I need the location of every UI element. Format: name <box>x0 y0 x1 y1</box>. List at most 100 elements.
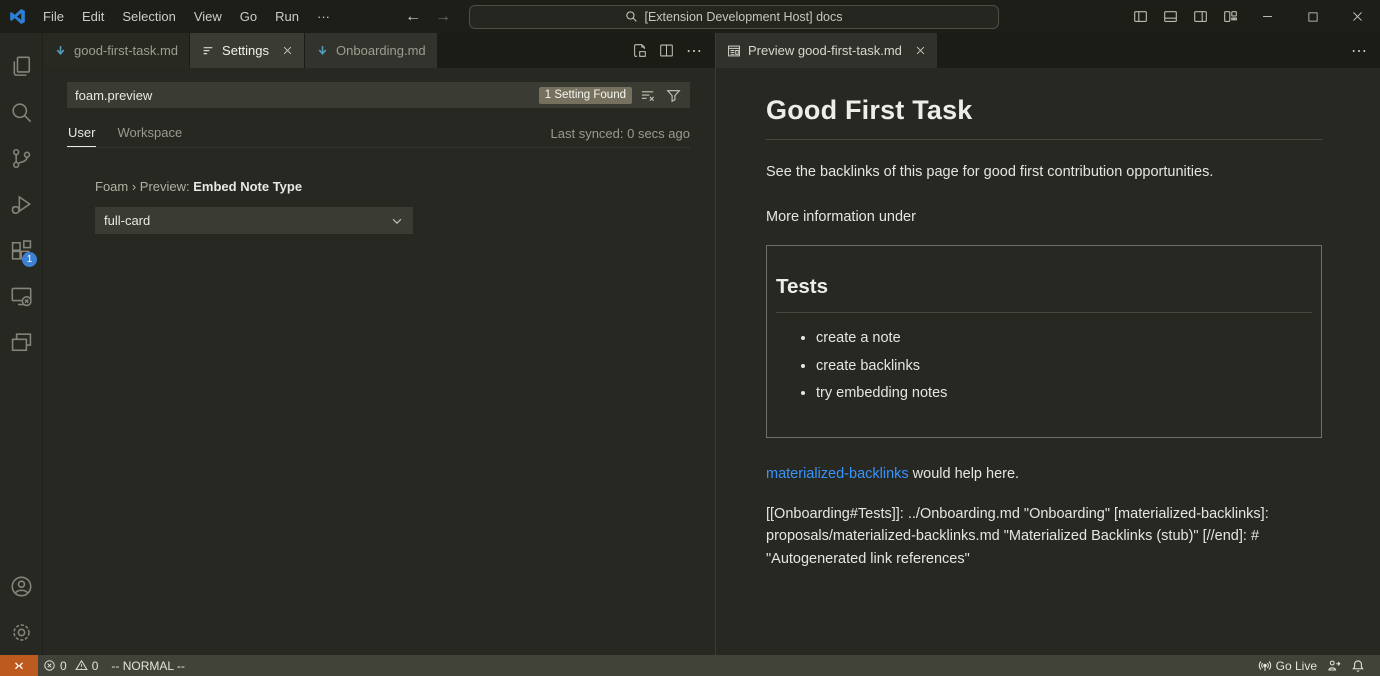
list-item: create a note <box>816 328 1312 350</box>
split-editor-icon[interactable] <box>659 43 674 58</box>
editor-windows-icon[interactable] <box>0 319 42 365</box>
error-count: 0 <box>60 659 67 673</box>
toggle-secondary-sidebar-icon[interactable] <box>1185 0 1215 33</box>
markdown-preview-body: Good First Task See the backlinks of thi… <box>716 68 1380 655</box>
menu-more[interactable]: ··· <box>308 0 339 33</box>
markdown-file-icon <box>316 44 329 57</box>
status-bar: 0 0 -- NORMAL -- Go Live <box>0 655 1380 676</box>
markdown-preview-icon <box>727 44 741 58</box>
broadcast-icon <box>1258 659 1272 673</box>
menu-edit[interactable]: Edit <box>73 0 113 33</box>
tab-label: good-first-task.md <box>74 43 178 58</box>
title-bar: File Edit Selection View Go Run ··· ← → … <box>0 0 1380 33</box>
remote-indicator[interactable] <box>0 655 38 676</box>
vscode-logo-icon <box>0 8 34 25</box>
warning-icon <box>75 659 88 672</box>
vim-mode-indicator[interactable]: -- NORMAL -- <box>111 659 185 673</box>
link-references-text: [[Onboarding#Tests]]: ../Onboarding.md "… <box>766 503 1322 571</box>
preview-paragraph: materialized-backlinks would help here. <box>766 464 1322 486</box>
menu-selection[interactable]: Selection <box>113 0 184 33</box>
close-tab-icon[interactable] <box>915 45 926 56</box>
problems-status[interactable]: 0 0 <box>38 655 103 676</box>
editor-actions: ⋯ <box>1351 33 1380 68</box>
run-and-debug-icon[interactable] <box>0 181 42 227</box>
setting-category: Foam › Preview: <box>95 179 193 194</box>
list-item: create backlinks <box>816 356 1312 378</box>
forward-arrow-icon[interactable]: → <box>435 8 451 26</box>
markdown-file-icon <box>54 44 67 57</box>
tab-label: Settings <box>222 43 269 58</box>
clear-settings-search-icon[interactable] <box>636 84 658 106</box>
last-synced-label: Last synced: 0 secs ago <box>551 126 690 147</box>
customize-layout-icon[interactable] <box>1215 0 1245 33</box>
more-actions-icon[interactable]: ⋯ <box>686 41 703 61</box>
editor-group-preview: Preview good-first-task.md ⋯ Good First … <box>716 33 1380 655</box>
tab-good-first-task[interactable]: good-first-task.md <box>43 33 189 68</box>
vscode-window: File Edit Selection View Go Run ··· ← → … <box>0 0 1380 676</box>
go-live-button[interactable]: Go Live <box>1248 655 1322 676</box>
editor-group-settings: good-first-task.md Settings Onboarding. <box>42 33 716 655</box>
settings-result-count-badge: 1 Setting Found <box>539 87 632 104</box>
menu-file[interactable]: File <box>34 0 73 33</box>
left-tab-bar: good-first-task.md Settings Onboarding. <box>43 33 715 68</box>
materialized-backlinks-link[interactable]: materialized-backlinks <box>766 466 909 482</box>
more-actions-icon[interactable]: ⋯ <box>1351 41 1368 61</box>
filter-settings-icon[interactable] <box>662 84 684 106</box>
close-window-button[interactable] <box>1335 0 1380 33</box>
explorer-icon[interactable] <box>0 43 42 89</box>
chevron-down-icon <box>390 214 404 228</box>
scope-tab-workspace[interactable]: Workspace <box>117 125 182 147</box>
scope-tab-user[interactable]: User <box>67 125 96 147</box>
tab-onboarding[interactable]: Onboarding.md <box>305 33 437 68</box>
preview-paragraph: See the backlinks of this page for good … <box>766 162 1322 184</box>
toggle-panel-icon[interactable] <box>1155 0 1185 33</box>
tab-label: Preview good-first-task.md <box>748 43 902 58</box>
embed-card-list: create a note create backlinks try embed… <box>776 328 1312 405</box>
settings-editor: 1 Setting Found User Workspace Last sync… <box>43 68 715 655</box>
setting-name: Embed Note Type <box>193 179 302 194</box>
menu-go[interactable]: Go <box>231 0 266 33</box>
open-preview-icon[interactable] <box>632 43 647 58</box>
command-center-search[interactable]: [Extension Development Host] docs <box>469 5 999 29</box>
extensions-badge: 1 <box>22 252 37 267</box>
preview-paragraph: More information under <box>766 207 1322 229</box>
setting-label: Foam › Preview: Embed Note Type <box>95 179 690 194</box>
feedback-icon[interactable] <box>1322 655 1346 676</box>
setting-item-embed-note-type: Foam › Preview: Embed Note Type full-car… <box>95 179 690 234</box>
activity-bar: 1 <box>0 33 42 655</box>
list-item: try embedding notes <box>816 383 1312 405</box>
go-live-label: Go Live <box>1276 659 1317 673</box>
accounts-icon[interactable] <box>0 563 42 609</box>
menu-bar: File Edit Selection View Go Run ··· <box>34 0 339 33</box>
back-arrow-icon[interactable]: ← <box>405 8 421 26</box>
settings-search-box: 1 Setting Found <box>67 82 690 108</box>
minimize-button[interactable] <box>1245 0 1290 33</box>
manage-gear-icon[interactable] <box>0 609 42 655</box>
search-view-icon[interactable] <box>0 89 42 135</box>
embed-note-type-select[interactable]: full-card <box>95 207 413 234</box>
page-title: Good First Task <box>766 90 1322 140</box>
settings-search-input[interactable] <box>67 88 539 103</box>
tab-preview-good-first-task[interactable]: Preview good-first-task.md <box>716 33 937 68</box>
menu-run[interactable]: Run <box>266 0 308 33</box>
embedded-note-card: Tests create a note create backlinks try… <box>766 245 1322 438</box>
tab-settings[interactable]: Settings <box>190 33 304 68</box>
embed-card-title: Tests <box>776 272 1312 313</box>
window-controls <box>1125 0 1380 33</box>
extensions-icon[interactable]: 1 <box>0 227 42 273</box>
window-title: [Extension Development Host] docs <box>644 10 842 24</box>
close-tab-icon[interactable] <box>282 45 293 56</box>
search-icon <box>625 10 638 23</box>
link-suffix-text: would help here. <box>909 466 1019 482</box>
menu-view[interactable]: View <box>185 0 231 33</box>
notifications-bell-icon[interactable] <box>1346 655 1370 676</box>
right-tab-bar: Preview good-first-task.md ⋯ <box>716 33 1380 68</box>
source-control-icon[interactable] <box>0 135 42 181</box>
tab-label: Onboarding.md <box>336 43 426 58</box>
maximize-button[interactable] <box>1290 0 1335 33</box>
settings-list-icon <box>201 44 215 58</box>
toggle-sidebar-icon[interactable] <box>1125 0 1155 33</box>
status-bar-right: Go Live <box>1248 655 1380 676</box>
select-value: full-card <box>104 213 150 228</box>
remote-explorer-icon[interactable] <box>0 273 42 319</box>
